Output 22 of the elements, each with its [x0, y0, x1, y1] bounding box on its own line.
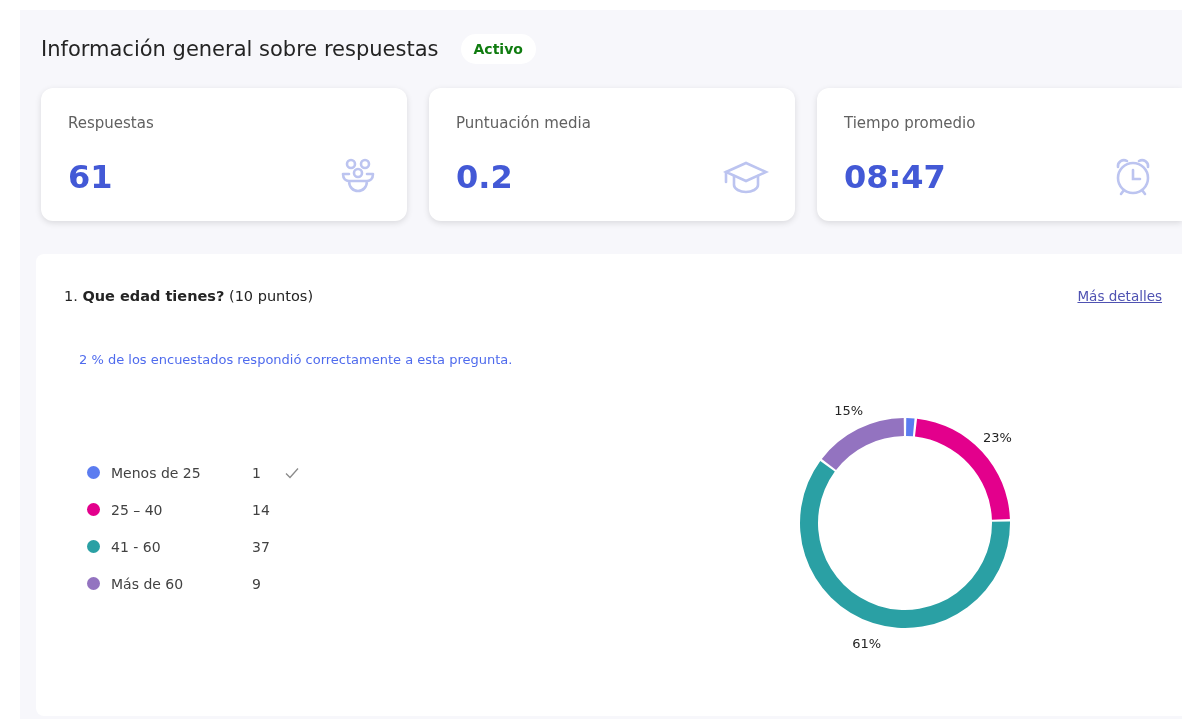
option-count: 9: [252, 575, 262, 592]
stat-value: 0.2: [456, 158, 513, 196]
option-count: 37: [252, 538, 271, 555]
status-badge: Activo: [460, 34, 536, 64]
data-label: 15%: [834, 403, 864, 419]
option-label: 25 – 40: [111, 501, 164, 518]
result-summary: 2 % de los encuestados respondió correctamente a esta pregunta.: [79, 352, 514, 367]
stat-label: Respuestas: [68, 114, 155, 132]
stat-value: 61: [68, 158, 113, 196]
option-count: 1: [252, 464, 262, 481]
data-label: 23%: [983, 430, 1012, 446]
option-label: Más de 60: [111, 575, 185, 592]
data-label: 61%: [852, 636, 882, 652]
option-label: 41 - 60: [111, 538, 162, 555]
stat-label: Puntuación media: [456, 114, 592, 132]
option-count: 14: [252, 501, 271, 518]
page-title: Información general sobre respuestas: [41, 37, 439, 61]
question-title: 1. Que edad tienes? (10 puntos): [64, 288, 314, 304]
option-label: Menos de 25: [111, 464, 202, 481]
stat-value: 08:47: [844, 158, 946, 196]
stat-label: Tiempo promedio: [844, 114, 977, 132]
more-details-link[interactable]: Más detalles: [1077, 288, 1162, 304]
